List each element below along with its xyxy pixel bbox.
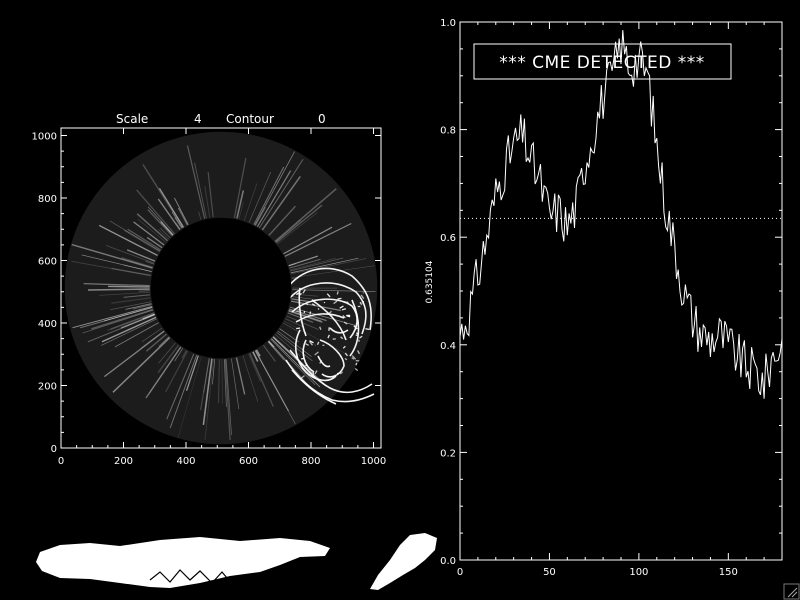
image-x-tick-label: 600 — [239, 456, 258, 467]
mask-blobs — [36, 533, 437, 590]
plot-x-tick-label: 50 — [543, 567, 556, 578]
coronagraph-panel: Scale 4 Contour 0 0 200 400 600 800 1000 0 200 4… — [32, 112, 387, 467]
plot-y-tick-label: 0.8 — [440, 126, 456, 137]
plot-y-tick-label: 0.2 — [440, 448, 456, 459]
image-x-tick-label: 200 — [114, 456, 133, 467]
cme-banner: *** CME DETECTED *** — [473, 43, 732, 80]
timeseries-panel: 0 50 100 150 0.0 0.2 0.4 0.6 0.8 1.0 0.635104 ***… — [425, 18, 783, 578]
image-x-tick-label: 800 — [301, 456, 320, 467]
mask-blob-right — [370, 533, 437, 590]
cme-fragment — [296, 327, 301, 330]
y-axis-label: 0.635104 — [425, 260, 435, 303]
cme-fragment — [355, 334, 359, 337]
plot-axes-frame — [459, 21, 783, 561]
window-resize-icon[interactable] — [783, 583, 800, 600]
plot-y-tick-label: 0.0 — [440, 556, 456, 567]
contour-label: Contour — [226, 112, 274, 126]
image-x-tick-label: 400 — [176, 456, 195, 467]
image-y-tick-label: 200 — [38, 382, 57, 393]
cme-fragment — [365, 328, 370, 331]
coronagraph-image — [64, 131, 378, 445]
cme-fragment — [336, 291, 339, 295]
image-y-tick-label: 600 — [38, 257, 57, 268]
cme-fragment — [309, 311, 312, 315]
contour-value: 0 — [318, 112, 326, 126]
cme-fragment — [356, 332, 359, 335]
scale-value: 4 — [194, 112, 202, 126]
series-line — [459, 30, 783, 399]
scale-label: Scale — [116, 112, 148, 126]
occulter-disk — [150, 217, 292, 359]
streamer-ray — [87, 288, 150, 291]
image-y-tick-label: 800 — [38, 194, 57, 205]
cme-fragment — [300, 357, 305, 360]
cme-fragment — [355, 362, 358, 366]
mask-blob-left — [36, 537, 330, 588]
plot-x-tick-label: 150 — [719, 567, 738, 578]
plot-x-tick-label: 0 — [457, 567, 463, 578]
cme-banner-text: *** CME DETECTED *** — [499, 53, 705, 73]
image-x-tick-label: 1000 — [361, 456, 386, 467]
cme-fragment — [337, 297, 342, 300]
streamer-ray — [108, 285, 150, 288]
image-y-tick-label: 1000 — [32, 132, 57, 143]
image-y-tick-label: 0 — [51, 444, 57, 455]
display-canvas: Scale 4 Contour 0 0 200 400 600 800 100002004… — [32, 18, 800, 600]
image-x-tick-label: 0 — [58, 456, 64, 467]
plot-x-tick-label: 100 — [629, 567, 648, 578]
plot-y-tick-label: 1.0 — [440, 18, 456, 29]
cme-fragment — [354, 367, 359, 372]
cme-fragment — [323, 301, 326, 304]
plot-axis-ticks: 0 50 100 150 0.0 0.2 0.4 0.6 0.8 1.0 — [440, 18, 782, 578]
plot-y-tick-label: 0.6 — [440, 233, 456, 244]
image-y-tick-label: 400 — [38, 319, 57, 330]
plot-y-tick-label: 0.4 — [440, 341, 456, 352]
